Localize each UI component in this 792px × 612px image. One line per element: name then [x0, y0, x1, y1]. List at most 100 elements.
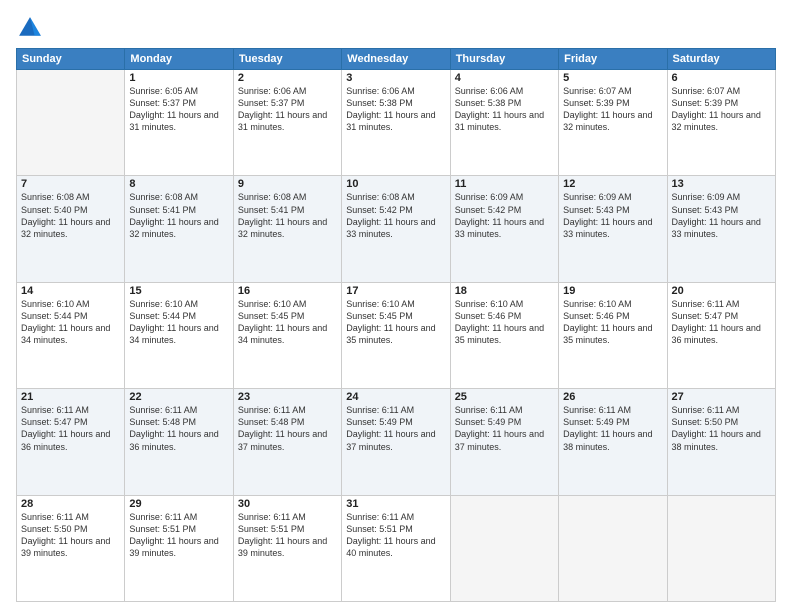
calendar-day-cell: 18 Sunrise: 6:10 AMSunset: 5:46 PMDaylig… — [450, 282, 558, 388]
day-number: 22 — [129, 391, 228, 403]
day-number: 20 — [672, 285, 771, 297]
day-detail: Sunrise: 6:11 AMSunset: 5:49 PMDaylight:… — [455, 404, 554, 453]
day-detail: Sunrise: 6:09 AMSunset: 5:43 PMDaylight:… — [563, 191, 662, 240]
calendar-day-cell — [559, 495, 667, 601]
day-detail: Sunrise: 6:05 AMSunset: 5:37 PMDaylight:… — [129, 85, 228, 134]
calendar-day-cell: 21 Sunrise: 6:11 AMSunset: 5:47 PMDaylig… — [17, 389, 125, 495]
day-detail: Sunrise: 6:07 AMSunset: 5:39 PMDaylight:… — [563, 85, 662, 134]
day-detail: Sunrise: 6:11 AMSunset: 5:50 PMDaylight:… — [672, 404, 771, 453]
day-number: 1 — [129, 72, 228, 84]
day-detail: Sunrise: 6:11 AMSunset: 5:47 PMDaylight:… — [21, 404, 120, 453]
day-number: 8 — [129, 178, 228, 190]
calendar-day-cell: 13 Sunrise: 6:09 AMSunset: 5:43 PMDaylig… — [667, 176, 775, 282]
calendar-day-cell: 2 Sunrise: 6:06 AMSunset: 5:37 PMDayligh… — [233, 70, 341, 176]
header — [16, 10, 776, 42]
weekday-header: Monday — [125, 49, 233, 70]
day-number: 3 — [346, 72, 445, 84]
calendar-day-cell — [17, 70, 125, 176]
calendar-day-cell: 8 Sunrise: 6:08 AMSunset: 5:41 PMDayligh… — [125, 176, 233, 282]
weekday-header: Saturday — [667, 49, 775, 70]
calendar-day-cell: 6 Sunrise: 6:07 AMSunset: 5:39 PMDayligh… — [667, 70, 775, 176]
day-number: 26 — [563, 391, 662, 403]
weekday-header: Sunday — [17, 49, 125, 70]
day-number: 24 — [346, 391, 445, 403]
calendar-day-cell: 12 Sunrise: 6:09 AMSunset: 5:43 PMDaylig… — [559, 176, 667, 282]
day-detail: Sunrise: 6:10 AMSunset: 5:44 PMDaylight:… — [21, 298, 120, 347]
day-number: 30 — [238, 498, 337, 510]
calendar-day-cell: 29 Sunrise: 6:11 AMSunset: 5:51 PMDaylig… — [125, 495, 233, 601]
calendar-week-row: 1 Sunrise: 6:05 AMSunset: 5:37 PMDayligh… — [17, 70, 776, 176]
calendar-day-cell: 3 Sunrise: 6:06 AMSunset: 5:38 PMDayligh… — [342, 70, 450, 176]
page: SundayMondayTuesdayWednesdayThursdayFrid… — [0, 0, 792, 612]
day-detail: Sunrise: 6:08 AMSunset: 5:40 PMDaylight:… — [21, 191, 120, 240]
calendar-day-cell: 7 Sunrise: 6:08 AMSunset: 5:40 PMDayligh… — [17, 176, 125, 282]
calendar-day-cell: 30 Sunrise: 6:11 AMSunset: 5:51 PMDaylig… — [233, 495, 341, 601]
weekday-header: Tuesday — [233, 49, 341, 70]
day-number: 17 — [346, 285, 445, 297]
day-detail: Sunrise: 6:11 AMSunset: 5:51 PMDaylight:… — [346, 511, 445, 560]
day-number: 7 — [21, 178, 120, 190]
day-number: 29 — [129, 498, 228, 510]
day-number: 25 — [455, 391, 554, 403]
day-detail: Sunrise: 6:08 AMSunset: 5:41 PMDaylight:… — [238, 191, 337, 240]
day-detail: Sunrise: 6:08 AMSunset: 5:41 PMDaylight:… — [129, 191, 228, 240]
calendar-day-cell: 11 Sunrise: 6:09 AMSunset: 5:42 PMDaylig… — [450, 176, 558, 282]
day-number: 18 — [455, 285, 554, 297]
day-detail: Sunrise: 6:06 AMSunset: 5:38 PMDaylight:… — [346, 85, 445, 134]
day-number: 14 — [21, 285, 120, 297]
weekday-header: Thursday — [450, 49, 558, 70]
calendar-day-cell: 20 Sunrise: 6:11 AMSunset: 5:47 PMDaylig… — [667, 282, 775, 388]
day-detail: Sunrise: 6:06 AMSunset: 5:38 PMDaylight:… — [455, 85, 554, 134]
day-detail: Sunrise: 6:06 AMSunset: 5:37 PMDaylight:… — [238, 85, 337, 134]
day-number: 16 — [238, 285, 337, 297]
calendar-day-cell: 25 Sunrise: 6:11 AMSunset: 5:49 PMDaylig… — [450, 389, 558, 495]
day-detail: Sunrise: 6:11 AMSunset: 5:49 PMDaylight:… — [563, 404, 662, 453]
calendar-table: SundayMondayTuesdayWednesdayThursdayFrid… — [16, 48, 776, 602]
calendar-day-cell: 28 Sunrise: 6:11 AMSunset: 5:50 PMDaylig… — [17, 495, 125, 601]
day-number: 6 — [672, 72, 771, 84]
day-detail: Sunrise: 6:09 AMSunset: 5:42 PMDaylight:… — [455, 191, 554, 240]
day-number: 19 — [563, 285, 662, 297]
calendar-day-cell: 1 Sunrise: 6:05 AMSunset: 5:37 PMDayligh… — [125, 70, 233, 176]
calendar-day-cell — [667, 495, 775, 601]
day-detail: Sunrise: 6:10 AMSunset: 5:45 PMDaylight:… — [346, 298, 445, 347]
day-number: 21 — [21, 391, 120, 403]
day-detail: Sunrise: 6:07 AMSunset: 5:39 PMDaylight:… — [672, 85, 771, 134]
calendar-day-cell: 5 Sunrise: 6:07 AMSunset: 5:39 PMDayligh… — [559, 70, 667, 176]
calendar-day-cell: 17 Sunrise: 6:10 AMSunset: 5:45 PMDaylig… — [342, 282, 450, 388]
day-detail: Sunrise: 6:11 AMSunset: 5:51 PMDaylight:… — [129, 511, 228, 560]
day-detail: Sunrise: 6:08 AMSunset: 5:42 PMDaylight:… — [346, 191, 445, 240]
weekday-header: Friday — [559, 49, 667, 70]
calendar-day-cell: 15 Sunrise: 6:10 AMSunset: 5:44 PMDaylig… — [125, 282, 233, 388]
calendar-week-row: 28 Sunrise: 6:11 AMSunset: 5:50 PMDaylig… — [17, 495, 776, 601]
calendar-day-cell: 19 Sunrise: 6:10 AMSunset: 5:46 PMDaylig… — [559, 282, 667, 388]
day-detail: Sunrise: 6:11 AMSunset: 5:50 PMDaylight:… — [21, 511, 120, 560]
day-number: 10 — [346, 178, 445, 190]
calendar-day-cell: 31 Sunrise: 6:11 AMSunset: 5:51 PMDaylig… — [342, 495, 450, 601]
day-detail: Sunrise: 6:10 AMSunset: 5:46 PMDaylight:… — [455, 298, 554, 347]
day-number: 11 — [455, 178, 554, 190]
day-detail: Sunrise: 6:10 AMSunset: 5:44 PMDaylight:… — [129, 298, 228, 347]
day-detail: Sunrise: 6:11 AMSunset: 5:49 PMDaylight:… — [346, 404, 445, 453]
day-number: 28 — [21, 498, 120, 510]
calendar-day-cell: 10 Sunrise: 6:08 AMSunset: 5:42 PMDaylig… — [342, 176, 450, 282]
day-number: 9 — [238, 178, 337, 190]
day-detail: Sunrise: 6:10 AMSunset: 5:45 PMDaylight:… — [238, 298, 337, 347]
day-number: 12 — [563, 178, 662, 190]
day-number: 13 — [672, 178, 771, 190]
calendar-day-cell: 4 Sunrise: 6:06 AMSunset: 5:38 PMDayligh… — [450, 70, 558, 176]
calendar-day-cell: 9 Sunrise: 6:08 AMSunset: 5:41 PMDayligh… — [233, 176, 341, 282]
day-number: 27 — [672, 391, 771, 403]
day-detail: Sunrise: 6:11 AMSunset: 5:48 PMDaylight:… — [238, 404, 337, 453]
day-number: 4 — [455, 72, 554, 84]
day-detail: Sunrise: 6:10 AMSunset: 5:46 PMDaylight:… — [563, 298, 662, 347]
day-number: 15 — [129, 285, 228, 297]
day-detail: Sunrise: 6:09 AMSunset: 5:43 PMDaylight:… — [672, 191, 771, 240]
calendar-week-row: 14 Sunrise: 6:10 AMSunset: 5:44 PMDaylig… — [17, 282, 776, 388]
calendar-day-cell: 23 Sunrise: 6:11 AMSunset: 5:48 PMDaylig… — [233, 389, 341, 495]
calendar-day-cell — [450, 495, 558, 601]
day-number: 31 — [346, 498, 445, 510]
logo — [16, 14, 48, 42]
day-detail: Sunrise: 6:11 AMSunset: 5:47 PMDaylight:… — [672, 298, 771, 347]
weekday-header-row: SundayMondayTuesdayWednesdayThursdayFrid… — [17, 49, 776, 70]
